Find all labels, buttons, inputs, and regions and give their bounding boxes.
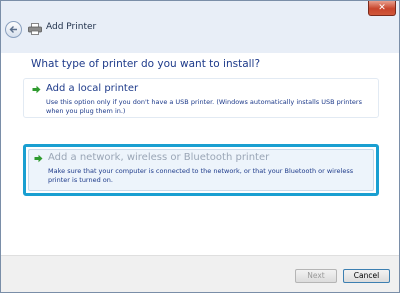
option-title: Add a local printer — [46, 83, 139, 94]
cancel-button[interactable]: Cancel — [343, 269, 390, 283]
next-button[interactable]: Next — [295, 269, 337, 283]
close-icon: ✕ — [378, 3, 386, 13]
option-description-line2: when you plug them in.) — [46, 106, 126, 115]
option-description-line2: printer is turned on. — [48, 175, 113, 184]
wizard-footer: Next Cancel — [1, 255, 399, 292]
printer-icon — [28, 23, 42, 35]
back-button[interactable] — [5, 21, 22, 38]
add-network-printer-option[interactable]: Add a network, wireless or Bluetooth pri… — [23, 144, 379, 196]
window-title: Add Printer — [46, 22, 97, 32]
option-title: Add a network, wireless or Bluetooth pri… — [48, 152, 270, 163]
add-printer-window: Add Printer ✕ What type of printer do yo… — [0, 0, 400, 293]
option-description-line1: Use this option only if you don't have a… — [46, 98, 362, 106]
green-arrow-icon — [32, 85, 41, 94]
page-question: What type of printer do you want to inst… — [31, 58, 261, 70]
green-arrow-icon — [34, 154, 43, 163]
add-local-printer-option[interactable]: Add a local printer Use this option only… — [23, 78, 379, 118]
close-button[interactable]: ✕ — [368, 1, 396, 16]
wizard-content: What type of printer do you want to inst… — [1, 53, 399, 255]
back-arrow-icon — [9, 26, 17, 33]
option-description-line1: Make sure that your computer is connecte… — [48, 167, 354, 175]
option-highlight: Add a network, wireless or Bluetooth pri… — [28, 149, 374, 191]
title-bar: Add Printer ✕ — [1, 1, 399, 53]
